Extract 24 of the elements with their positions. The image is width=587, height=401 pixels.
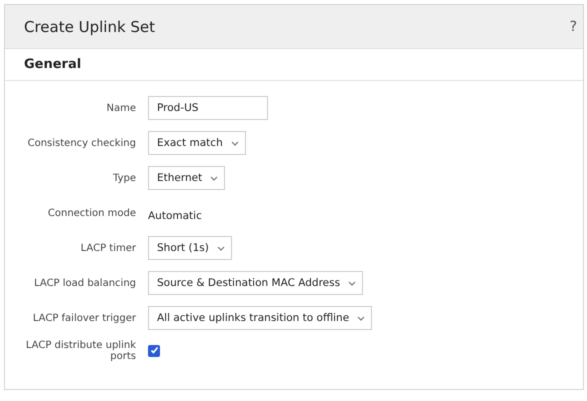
dropdown[interactable]: Exact match	[148, 131, 246, 155]
dropdown[interactable]: Ethernet	[148, 166, 226, 190]
name-input[interactable]: Prod-US	[148, 96, 268, 120]
chevron-down-icon	[348, 280, 356, 286]
window-title: Create Uplink Set	[24, 18, 156, 36]
section-title: General	[5, 49, 583, 81]
dropdown[interactable]: Short (1s)	[148, 236, 232, 260]
chevron-down-icon	[210, 176, 218, 180]
field-label: LACP distribute uplink ports	[24, 340, 136, 362]
field-label: LACP load balancing	[33, 278, 136, 288]
chevron-down-icon	[357, 316, 366, 320]
dropdown[interactable]: Source & Destination MAC Address	[148, 271, 364, 295]
field-label: Connection mode	[46, 208, 136, 218]
dropdown[interactable]: All active uplinks transition to offline	[148, 306, 372, 330]
checkbox[interactable]	[148, 344, 160, 356]
field-label: LACP failover trigger	[32, 312, 136, 324]
field-label: Type	[112, 172, 136, 184]
field-label: Name	[105, 102, 136, 114]
help-button[interactable]: ?	[570, 18, 577, 34]
field-label: Consistency checking	[26, 138, 136, 148]
chevron-down-icon	[216, 246, 225, 250]
field-label: LACP timer	[80, 242, 136, 254]
field-value: Automatic	[148, 210, 202, 222]
chevron-down-icon	[230, 140, 239, 146]
